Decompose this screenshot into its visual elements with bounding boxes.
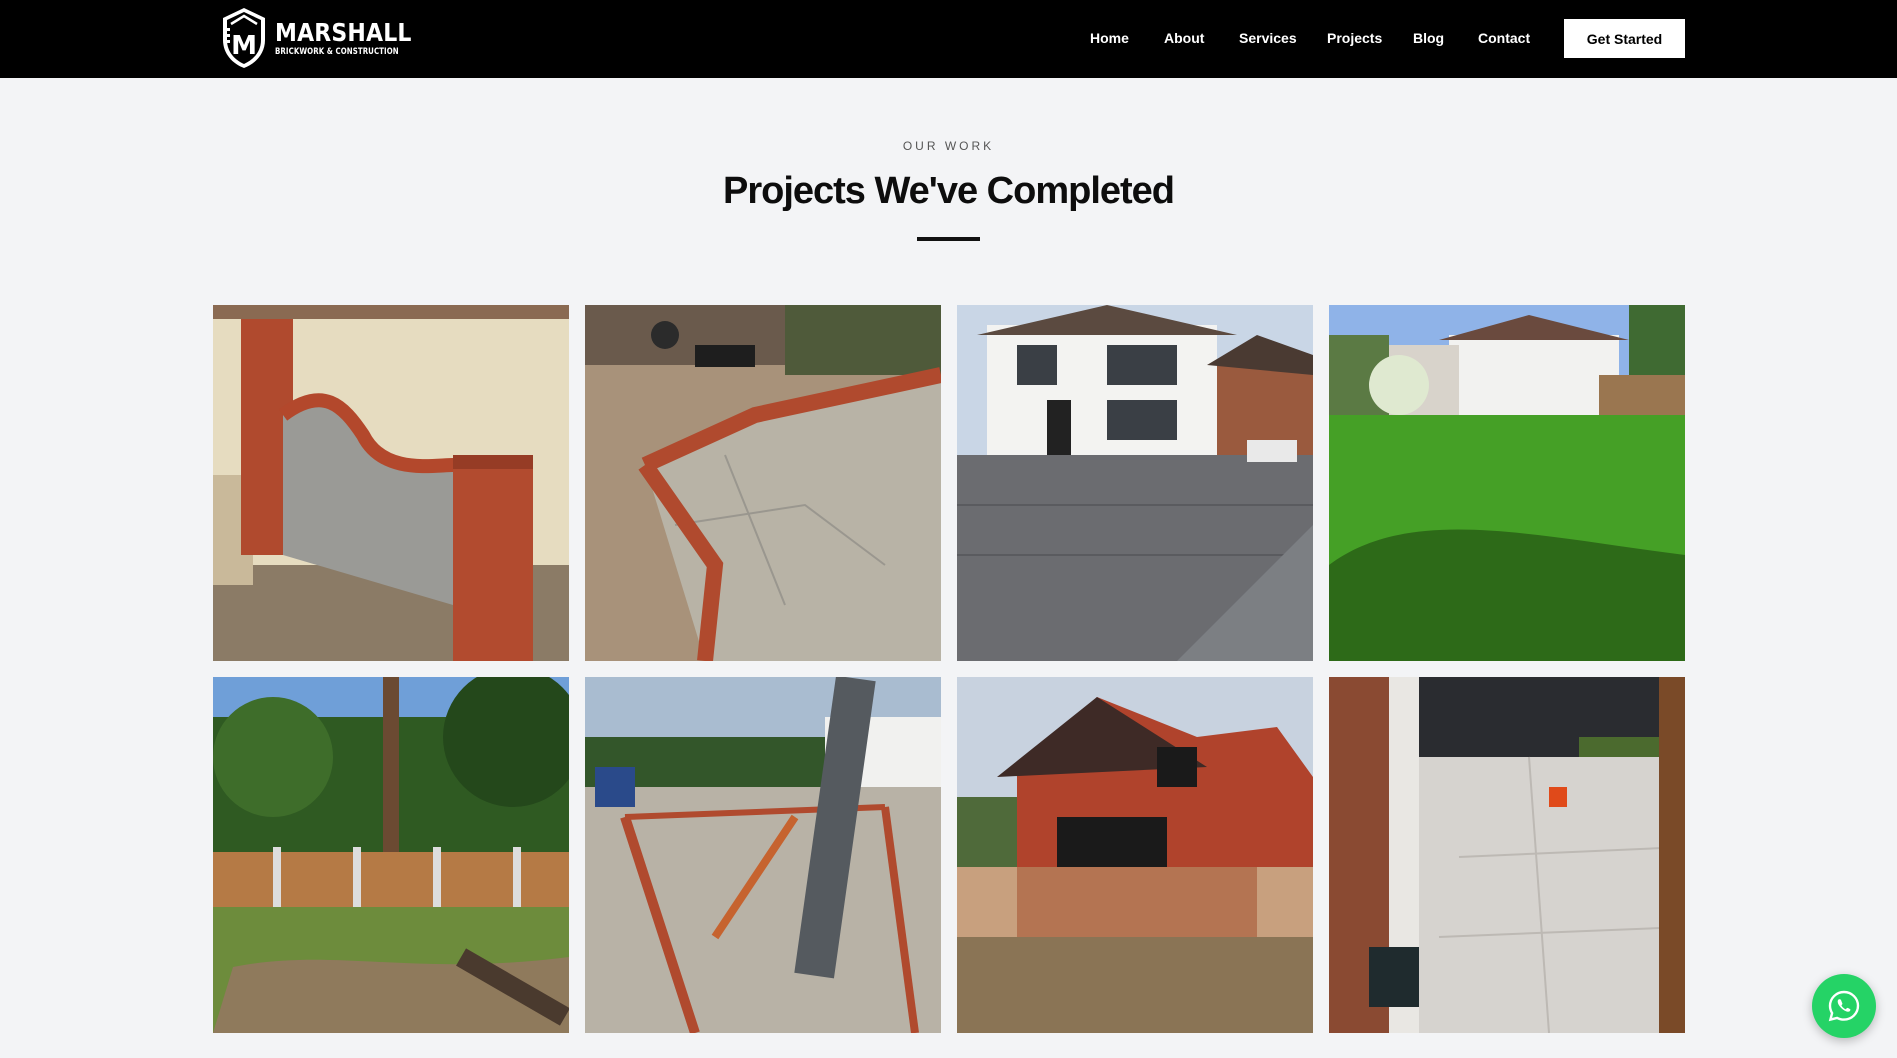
section-title: Projects We've Completed <box>722 170 1175 212</box>
brand-wordmark: MARSHALL BRICKWORK & CONSTRUCTION <box>275 20 434 57</box>
whatsapp-button[interactable] <box>1812 974 1876 1038</box>
nav-home[interactable]: Home <box>1090 30 1129 46</box>
get-started-button[interactable]: Get Started <box>1564 19 1685 58</box>
section-eyebrow: OUR WORK <box>902 139 995 153</box>
site-header: M MARSHALL BRICKWORK & CONSTRUCTION Home… <box>0 0 1897 78</box>
project-image-4[interactable] <box>1329 305 1685 661</box>
project-image-3[interactable] <box>957 305 1313 661</box>
brand-tagline: BRICKWORK & CONSTRUCTION <box>275 46 399 57</box>
shield-logo-icon: M <box>219 6 269 70</box>
project-image-1[interactable] <box>213 305 569 661</box>
title-divider <box>917 237 980 241</box>
nav-contact[interactable]: Contact <box>1478 30 1530 46</box>
project-image-2[interactable] <box>585 305 941 661</box>
nav-about[interactable]: About <box>1164 30 1204 46</box>
nav-blog[interactable]: Blog <box>1413 30 1444 46</box>
brand-logo[interactable]: M MARSHALL BRICKWORK & CONSTRUCTION <box>219 6 434 70</box>
whatsapp-icon <box>1828 990 1860 1022</box>
nav-projects[interactable]: Projects <box>1327 30 1382 46</box>
project-image-7[interactable] <box>957 677 1313 1033</box>
svg-text:M: M <box>231 31 257 61</box>
project-image-5[interactable] <box>213 677 569 1033</box>
brand-name: MARSHALL <box>275 17 412 47</box>
project-image-8[interactable] <box>1329 677 1685 1033</box>
project-image-6[interactable] <box>585 677 941 1033</box>
nav-services[interactable]: Services <box>1239 30 1297 46</box>
